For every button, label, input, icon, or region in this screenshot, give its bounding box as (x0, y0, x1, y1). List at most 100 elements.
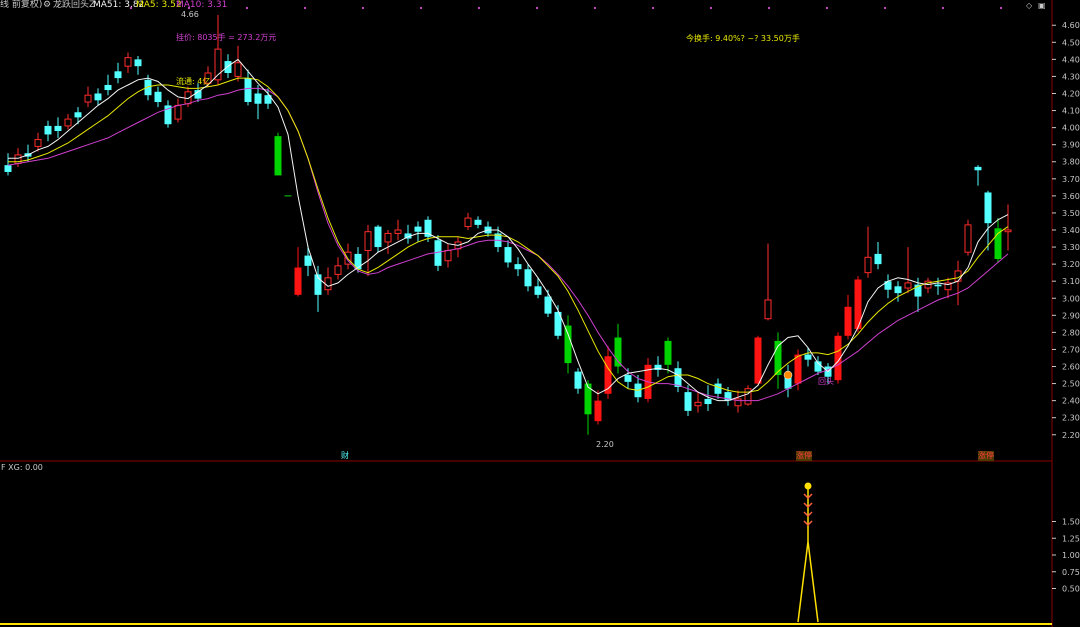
candle-body (334, 265, 342, 275)
candle-body (294, 267, 302, 295)
marker-zhangting[interactable]: 涨停 (796, 451, 812, 461)
candle-body (304, 255, 312, 266)
stock-chart-window: 2.20 2.30 2.40 2.50 2.60 2.70 2.80 2.90 3.00 3.10… (0, 0, 1080, 627)
candle-body (364, 231, 372, 251)
sub-tick-label: 1.25 (1062, 534, 1080, 543)
price-tick-label: 3.10 (1062, 277, 1080, 286)
candle-body (894, 286, 902, 294)
candle-body (524, 269, 532, 287)
candle-body (684, 392, 692, 411)
top-marker-dot (652, 7, 654, 9)
candle-body (714, 383, 722, 394)
price-tick-label: 2.30 (1062, 414, 1080, 423)
window-toggle-icon[interactable]: ▣ (1038, 1, 1046, 11)
candle-body (474, 219, 482, 225)
candle-body (34, 139, 42, 147)
top-marker-dot (884, 7, 886, 9)
sub-tick-label: 1.50 (1062, 518, 1080, 527)
candle-body (664, 340, 672, 365)
top-marker-dot (420, 7, 422, 9)
price-tick-label: 2.90 (1062, 311, 1080, 320)
price-tick-label: 2.50 (1062, 380, 1080, 389)
candle-body (1004, 229, 1012, 233)
candle-body (864, 256, 872, 274)
candle-body (964, 224, 972, 253)
candle-body (744, 388, 752, 405)
candle-body (74, 112, 82, 118)
pullback-note: 回头 (818, 377, 834, 386)
candle-body (704, 398, 712, 405)
sub-tick-label: 1.00 (1062, 551, 1080, 560)
candle-body (84, 94, 92, 103)
price-tick-label: 2.60 (1062, 363, 1080, 372)
top-marker-dot (768, 7, 770, 9)
sub-tick-label: 0.75 (1062, 568, 1080, 577)
candle-body (614, 337, 622, 367)
high-price-label: 4.66 (181, 10, 199, 19)
price-tick-label: 3.90 (1062, 141, 1080, 150)
candle-body (534, 286, 542, 295)
candle-body (444, 249, 452, 262)
price-tick-label: 2.80 (1062, 328, 1080, 337)
candle-body (64, 118, 72, 127)
ma10-line (8, 77, 1009, 393)
candle-body (574, 371, 582, 389)
ma5-line (8, 58, 1009, 402)
top-marker-dot (536, 7, 538, 9)
price-tick-label: 2.70 (1062, 345, 1080, 354)
candle-body (104, 84, 112, 91)
candle-body (224, 61, 232, 74)
ma5-label: MA5: 3.52 (136, 0, 182, 10)
candle-body (94, 93, 102, 101)
signal-dot-icon (804, 482, 812, 490)
candle-body (394, 229, 402, 234)
candle-body (654, 364, 662, 370)
header-left-text: 线 前复权) (0, 0, 43, 10)
candle-body (114, 71, 122, 79)
top-marker-dot (304, 7, 306, 9)
candle-body (154, 91, 162, 103)
candle-body (564, 325, 572, 364)
candle-body (844, 306, 852, 336)
candle-body (694, 401, 702, 407)
settings-icon[interactable]: ⚙ (43, 0, 51, 10)
candle-body (764, 299, 772, 320)
price-tick-label: 4.40 (1062, 55, 1080, 64)
candle-body (504, 247, 512, 263)
ma10-label: MA10: 3.31 (176, 0, 228, 10)
top-marker-dot (246, 7, 248, 9)
price-tick-label: 4.50 (1062, 38, 1080, 47)
indicator-name[interactable]: 龙跃回头Z (53, 0, 95, 10)
candle-body (44, 125, 52, 135)
top-marker-dot (594, 7, 596, 9)
top-marker-dot (1000, 7, 1002, 9)
sub-tick-label: 0.50 (1062, 585, 1080, 594)
candle-body (934, 284, 942, 287)
marker-cai[interactable]: 财 (341, 451, 349, 461)
candle-body (174, 104, 182, 120)
price-tick-label: 3.00 (1062, 294, 1080, 303)
candle-body (624, 375, 632, 382)
candle-body (274, 136, 282, 176)
chart-canvas[interactable]: 2.20 2.30 2.40 2.50 2.60 2.70 2.80 2.90 3.00 3.10… (0, 0, 1080, 627)
price-tick-label: 3.60 (1062, 192, 1080, 201)
candle-body (464, 217, 472, 228)
diamond-icon[interactable]: ◇ (1026, 1, 1032, 11)
low-price-label: 2.20 (596, 440, 614, 449)
candle-body (594, 400, 602, 422)
price-tick-label: 3.50 (1062, 209, 1080, 218)
candle-body (134, 59, 142, 67)
top-marker-dot (942, 7, 944, 9)
candle-body (544, 296, 552, 314)
candle-body (234, 62, 242, 77)
price-tick-label: 4.30 (1062, 72, 1080, 81)
price-tick-label: 3.20 (1062, 260, 1080, 269)
candle-body (804, 354, 812, 360)
candle-body (414, 226, 422, 232)
candle-body (384, 232, 392, 243)
sub-panel-label: F XG: 0.00 (1, 463, 43, 472)
price-tick-label: 4.60 (1062, 21, 1080, 30)
marker-zhangting-2[interactable]: 涨停 (978, 451, 994, 461)
price-tick-label: 3.80 (1062, 158, 1080, 167)
candle-body (974, 166, 982, 171)
